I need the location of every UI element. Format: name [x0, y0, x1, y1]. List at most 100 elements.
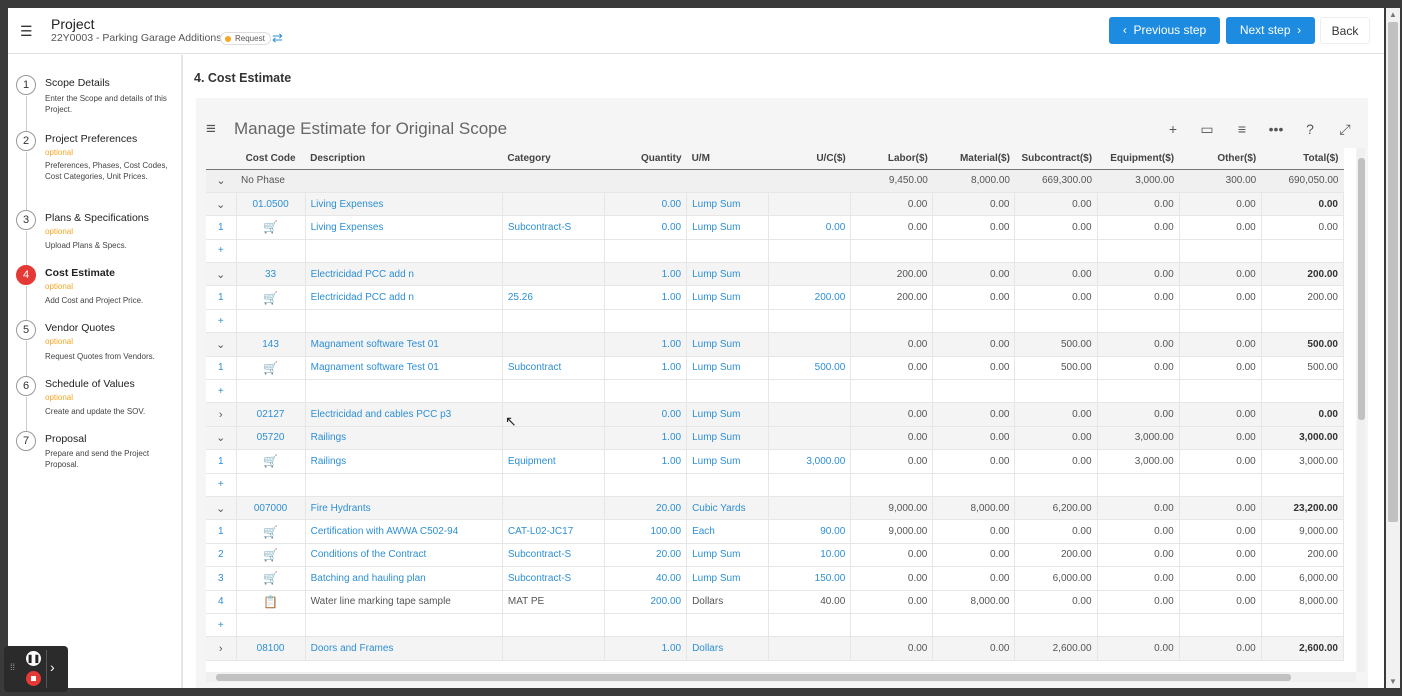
- monitor-icon[interactable]: ▭: [1193, 119, 1221, 141]
- unit-measure[interactable]: Dollars: [686, 636, 770, 661]
- scroll-thumb[interactable]: [1388, 22, 1398, 522]
- category[interactable]: Subcontract-S: [502, 566, 605, 591]
- unit-measure[interactable]: Cubic Yards: [686, 496, 770, 521]
- scroll-down-icon[interactable]: ▼: [1389, 677, 1397, 686]
- col-other[interactable]: Other($): [1179, 148, 1262, 170]
- cost-code-row[interactable]: ⌄ 05720 Railings 1.00 Lump Sum 0.00 0.00 0.00 3,…: [206, 426, 1345, 451]
- add-line-icon[interactable]: +: [206, 309, 237, 334]
- cost-code-row[interactable]: ⌄ 007000 Fire Hydrants 20.00 Cubic Yards 9,00…: [206, 496, 1345, 521]
- add-icon[interactable]: +: [1159, 119, 1187, 141]
- add-line-icon[interactable]: +: [206, 473, 237, 497]
- line-item-row[interactable]: 1 🛒 Certification with AWWA C502-94 CAT-L02…: [206, 519, 1345, 544]
- unit-measure[interactable]: Lump Sum: [686, 332, 770, 357]
- stop-icon[interactable]: [26, 671, 41, 686]
- description[interactable]: Railings: [305, 426, 503, 451]
- unit-cost[interactable]: 500.00: [768, 356, 852, 381]
- description[interactable]: Magnament software Test 01: [305, 332, 503, 357]
- add-line-row[interactable]: +: [206, 379, 1345, 404]
- cost-code[interactable]: 007000: [236, 496, 306, 521]
- unit-measure[interactable]: Lump Sum: [686, 449, 770, 474]
- unit-measure[interactable]: Lump Sum: [686, 192, 770, 217]
- description[interactable]: Magnament software Test 01: [305, 356, 503, 381]
- col-uc[interactable]: U/C($): [768, 148, 851, 170]
- unit-cost[interactable]: 150.00: [768, 566, 852, 591]
- unit-measure[interactable]: Lump Sum: [686, 402, 770, 427]
- col-subcontract[interactable]: Subcontract($): [1014, 148, 1098, 170]
- chevron-right-icon[interactable]: ›: [206, 402, 237, 427]
- line-item-row[interactable]: 3 🛒 Batching and hauling plan Subcontract-S…: [206, 566, 1345, 591]
- drag-handle-icon[interactable]: ⁞⁞: [10, 662, 15, 672]
- cost-code-row[interactable]: ⌄ 33 Electricidad PCC add n 1.00 Lump Sum 200…: [206, 262, 1345, 287]
- description[interactable]: Electricidad PCC add n: [305, 262, 503, 287]
- cart-icon[interactable]: 🛒: [236, 356, 306, 381]
- phase-row[interactable]: ⌄ No Phase 9,450.00 8,000.00 669,300.00 …: [206, 169, 1344, 193]
- description[interactable]: Doors and Frames: [305, 636, 503, 661]
- col-quantity[interactable]: Quantity: [604, 148, 687, 170]
- col-labor[interactable]: Labor($): [850, 148, 933, 170]
- description[interactable]: Electricidad PCC add n: [305, 285, 503, 310]
- quantity[interactable]: 1.00: [604, 332, 688, 357]
- category[interactable]: [502, 636, 605, 661]
- quantity[interactable]: 1.00: [604, 449, 688, 474]
- category[interactable]: [502, 192, 605, 217]
- step-6[interactable]: 6 Schedule of Values optional Create and up…: [16, 376, 181, 426]
- scroll-thumb[interactable]: [216, 674, 1291, 681]
- pause-icon[interactable]: ❚❚: [26, 651, 41, 666]
- description[interactable]: Conditions of the Contract: [305, 543, 503, 568]
- quantity[interactable]: 0.00: [604, 215, 688, 240]
- unit-cost[interactable]: 0.00: [768, 215, 852, 240]
- unit-measure[interactable]: Lump Sum: [686, 543, 770, 568]
- expand-chevron-icon[interactable]: ⌄: [206, 169, 237, 193]
- quantity[interactable]: 0.00: [604, 192, 688, 217]
- cost-code[interactable]: 01.0500: [236, 192, 306, 217]
- quantity[interactable]: 1.00: [604, 426, 688, 451]
- description[interactable]: Certification with AWWA C502-94: [305, 519, 503, 544]
- unit-cost[interactable]: 90.00: [768, 519, 852, 544]
- quantity[interactable]: 1.00: [604, 356, 688, 381]
- fullscreen-icon[interactable]: ⤢: [1331, 119, 1359, 141]
- unit-cost[interactable]: [768, 426, 852, 451]
- category[interactable]: [502, 332, 605, 357]
- cost-code-row[interactable]: ⌄ 01.0500 Living Expenses 0.00 Lump Sum 0.00 0…: [206, 192, 1345, 217]
- cost-code-row[interactable]: › 02127 Electricidad and cables PCC p3 0.00…: [206, 402, 1345, 427]
- clipboard-icon[interactable]: 📋: [236, 590, 306, 614]
- vertical-scrollbar[interactable]: [1357, 148, 1365, 672]
- unit-cost[interactable]: 40.00: [768, 590, 852, 614]
- unit-measure[interactable]: Lump Sum: [686, 285, 770, 310]
- add-line-row[interactable]: +: [206, 239, 1345, 264]
- back-button[interactable]: Back: [1320, 17, 1370, 44]
- unit-cost[interactable]: [768, 192, 852, 217]
- description[interactable]: Living Expenses: [305, 192, 503, 217]
- unit-cost[interactable]: [768, 332, 852, 357]
- previous-step-button[interactable]: ‹ Previous step: [1109, 17, 1220, 44]
- cart-icon[interactable]: 🛒: [236, 519, 306, 544]
- quantity[interactable]: 1.00: [604, 262, 688, 287]
- help-icon[interactable]: ?: [1296, 119, 1324, 141]
- cart-icon[interactable]: 🛒: [236, 215, 306, 240]
- cart-icon[interactable]: 🛒: [236, 566, 306, 591]
- scroll-thumb[interactable]: [1358, 158, 1365, 420]
- add-line-icon[interactable]: +: [206, 379, 237, 404]
- quantity[interactable]: 100.00: [604, 519, 688, 544]
- category[interactable]: Subcontract: [502, 356, 605, 381]
- category[interactable]: Subcontract-S: [502, 543, 605, 568]
- add-line-row[interactable]: +: [206, 613, 1345, 638]
- chevron-down-icon[interactable]: ⌄: [206, 496, 237, 521]
- chevron-down-icon[interactable]: ⌄: [206, 262, 237, 287]
- description[interactable]: Railings: [305, 449, 503, 474]
- sync-icon[interactable]: ⇄: [272, 30, 283, 46]
- cost-code[interactable]: 33: [236, 262, 306, 287]
- chevron-down-icon[interactable]: ⌄: [206, 192, 237, 217]
- step-1[interactable]: 1 Scope Details Enter the Scope and detail…: [16, 75, 181, 125]
- col-category[interactable]: Category: [502, 148, 605, 170]
- step-3[interactable]: 3 Plans & Specifications optional Upload Pl…: [16, 210, 181, 260]
- grid-menu-icon[interactable]: ≡: [206, 119, 216, 139]
- description[interactable]: Living Expenses: [305, 215, 503, 240]
- horizontal-scrollbar[interactable]: [206, 672, 1356, 682]
- description[interactable]: Electricidad and cables PCC p3: [305, 402, 503, 427]
- cart-icon[interactable]: 🛒: [236, 449, 306, 474]
- cost-code-row[interactable]: › 08100 Doors and Frames 1.00 Dollars 0.00 0.0…: [206, 636, 1345, 661]
- line-item-row[interactable]: 1 🛒 Magnament software Test 01 Subcontract 1…: [206, 356, 1345, 381]
- line-item-row[interactable]: 1 🛒 Railings Equipment 1.00 Lump Sum 3,000.00 0…: [206, 449, 1345, 474]
- unit-cost[interactable]: 10.00: [768, 543, 852, 568]
